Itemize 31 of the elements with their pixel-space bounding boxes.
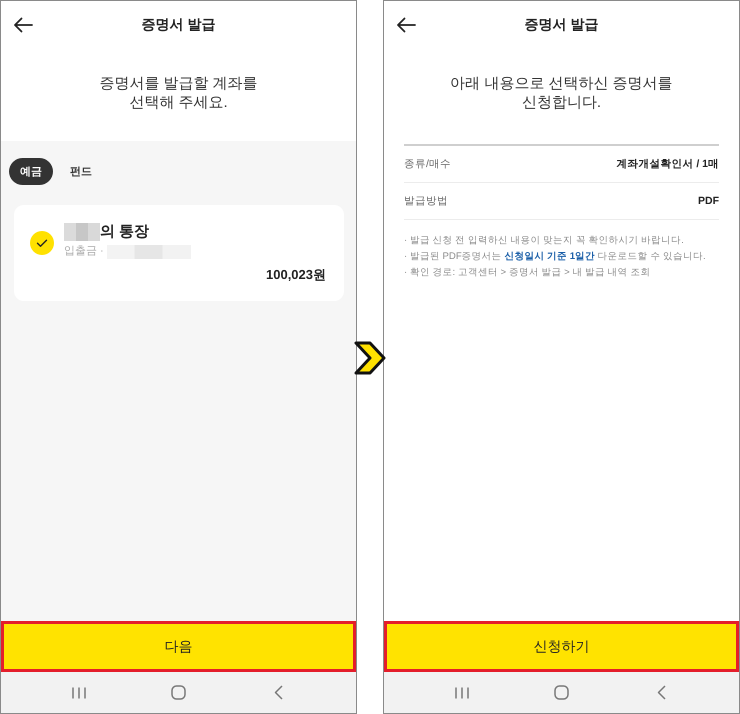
account-card[interactable]: 의 통장 입출금 · 100,023원 bbox=[14, 205, 344, 301]
back-button[interactable] bbox=[396, 17, 416, 33]
screen-title: 증명서 발급 bbox=[524, 16, 600, 34]
back-arrow-icon bbox=[13, 17, 33, 33]
back-button[interactable] bbox=[13, 17, 33, 33]
account-balance: 100,023원 bbox=[266, 267, 326, 283]
primary-button[interactable]: 신청하기 bbox=[384, 621, 739, 672]
detail-value: 계좌개설확인서 / 1매 bbox=[616, 157, 719, 171]
notice-text: · 발급된 PDF증명서는 신청일시 기준 1일간 다운로드할 수 있습니다. bbox=[404, 250, 707, 264]
account-type: 입출금 · bbox=[64, 244, 104, 259]
home-icon[interactable] bbox=[554, 685, 569, 700]
instruction-text: 아래 내용으로 선택하신 증명서를 신청합니다. bbox=[450, 74, 673, 112]
screen-title: 증명서 발급 bbox=[140, 16, 216, 34]
pixelated-patch bbox=[64, 223, 100, 241]
instruction-text: 증명서를 발급할 계좌를 선택해 주세요. bbox=[99, 74, 258, 112]
notice-text: · 확인 경로: 고객센터 > 증명서 발급 > 내 발급 내역 조회 bbox=[404, 266, 652, 280]
notice-text: · 발급 신청 전 입력하신 내용이 맞는지 꼭 확인하시기 바랍니다. bbox=[404, 234, 685, 248]
recent-apps-icon[interactable] bbox=[72, 686, 86, 698]
chevron-right-icon bbox=[353, 340, 387, 376]
back-icon[interactable] bbox=[274, 685, 283, 700]
primary-button[interactable]: 다음 bbox=[1, 621, 356, 672]
detail-label: 종류/매수 bbox=[404, 157, 451, 171]
recent-apps-icon[interactable] bbox=[454, 686, 468, 698]
back-icon[interactable] bbox=[657, 685, 666, 700]
home-icon[interactable] bbox=[171, 685, 186, 700]
account-name: 의 통장 bbox=[100, 223, 150, 241]
category-tab[interactable]: 펀드 bbox=[59, 158, 103, 185]
back-arrow-icon bbox=[396, 17, 416, 33]
detail-value: PDF bbox=[698, 195, 719, 207]
detail-label: 발급방법 bbox=[404, 194, 448, 208]
category-tab[interactable]: 예금 bbox=[9, 158, 53, 185]
